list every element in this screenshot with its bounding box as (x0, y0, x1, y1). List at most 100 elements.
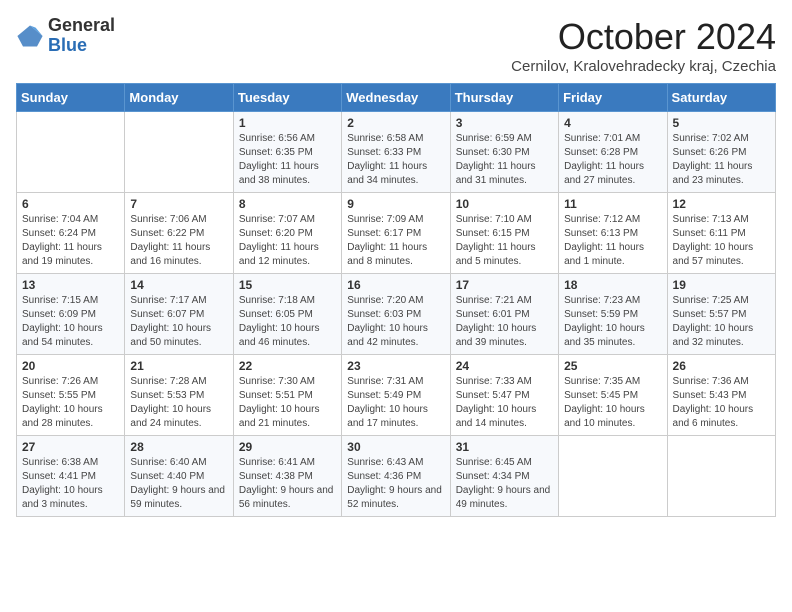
day-number: 9 (347, 197, 444, 211)
calendar-cell: 25Sunrise: 7:35 AM Sunset: 5:45 PM Dayli… (559, 355, 667, 436)
day-info: Sunrise: 6:45 AM Sunset: 4:34 PM Dayligh… (456, 456, 553, 512)
calendar-cell: 19Sunrise: 7:25 AM Sunset: 5:57 PM Dayli… (667, 274, 775, 355)
day-info: Sunrise: 6:41 AM Sunset: 4:38 PM Dayligh… (239, 456, 336, 512)
calendar-cell: 7 Sunrise: 7:06 AM Sunset: 6:22 PM Daylig… (125, 193, 233, 274)
day-info: Sunrise: 7:06 AM Sunset: 6:22 PM Dayligh… (130, 213, 227, 269)
calendar-cell: 10Sunrise: 7:10 AM Sunset: 6:15 PM Dayli… (450, 193, 558, 274)
header-day-saturday: Saturday (667, 84, 775, 112)
calendar-cell: 28 Sunrise: 6:40 AM Sunset: 4:40 PM Dayli… (125, 436, 233, 517)
day-number: 8 (239, 197, 336, 211)
calendar-cell: 6Sunrise: 7:04 AM Sunset: 6:24 PM Daylig… (17, 193, 125, 274)
day-number: 1 (239, 116, 336, 130)
header-row: SundayMondayTuesdayWednesdayThursdayFrid… (17, 84, 776, 112)
day-info: Sunrise: 7:28 AM Sunset: 5:53 PM Dayligh… (130, 375, 227, 431)
week-row-5: 27Sunrise: 6:38 AM Sunset: 4:41 PM Dayli… (17, 436, 776, 517)
day-number: 31 (456, 440, 553, 454)
week-row-2: 6Sunrise: 7:04 AM Sunset: 6:24 PM Daylig… (17, 193, 776, 274)
day-info: Sunrise: 7:31 AM Sunset: 5:49 PM Dayligh… (347, 375, 444, 431)
calendar-table: SundayMondayTuesdayWednesdayThursdayFrid… (16, 83, 776, 517)
day-number: 7 (130, 197, 227, 211)
calendar-cell: 20Sunrise: 7:26 AM Sunset: 5:55 PM Dayli… (17, 355, 125, 436)
day-number: 12 (673, 197, 770, 211)
day-number: 26 (673, 359, 770, 373)
day-number: 4 (564, 116, 661, 130)
day-info: Sunrise: 7:09 AM Sunset: 6:17 PM Dayligh… (347, 213, 444, 269)
calendar-cell: 12Sunrise: 7:13 AM Sunset: 6:11 PM Dayli… (667, 193, 775, 274)
day-number: 10 (456, 197, 553, 211)
day-info: Sunrise: 7:20 AM Sunset: 6:03 PM Dayligh… (347, 294, 444, 350)
header-day-wednesday: Wednesday (342, 84, 450, 112)
header-day-thursday: Thursday (450, 84, 558, 112)
logo-icon (16, 22, 44, 50)
header-day-friday: Friday (559, 84, 667, 112)
calendar-cell: 26 Sunrise: 7:36 AM Sunset: 5:43 PM Dayli… (667, 355, 775, 436)
calendar-cell: 2Sunrise: 6:58 AM Sunset: 6:33 PM Daylig… (342, 112, 450, 193)
day-info: Sunrise: 7:35 AM Sunset: 5:45 PM Dayligh… (564, 375, 661, 431)
day-number: 19 (673, 278, 770, 292)
day-number: 28 (130, 440, 227, 454)
day-info: Sunrise: 7:21 AM Sunset: 6:01 PM Dayligh… (456, 294, 553, 350)
day-info: Sunrise: 6:40 AM Sunset: 4:40 PM Dayligh… (130, 456, 227, 512)
day-info: Sunrise: 6:59 AM Sunset: 6:30 PM Dayligh… (456, 132, 553, 188)
day-info: Sunrise: 6:43 AM Sunset: 4:36 PM Dayligh… (347, 456, 444, 512)
day-info: Sunrise: 7:07 AM Sunset: 6:20 PM Dayligh… (239, 213, 336, 269)
calendar-cell: 15Sunrise: 7:18 AM Sunset: 6:05 PM Dayli… (233, 274, 341, 355)
day-info: Sunrise: 7:15 AM Sunset: 6:09 PM Dayligh… (22, 294, 119, 350)
day-number: 21 (130, 359, 227, 373)
logo-text: General Blue (48, 16, 115, 56)
day-info: Sunrise: 7:36 AM Sunset: 5:43 PM Dayligh… (673, 375, 770, 431)
calendar-cell: 17Sunrise: 7:21 AM Sunset: 6:01 PM Dayli… (450, 274, 558, 355)
title-block: October 2024 Cernilov, Kralovehradecky k… (511, 16, 776, 75)
calendar-cell: 14 Sunrise: 7:17 AM Sunset: 6:07 PM Dayli… (125, 274, 233, 355)
day-number: 20 (22, 359, 119, 373)
day-info: Sunrise: 7:12 AM Sunset: 6:13 PM Dayligh… (564, 213, 661, 269)
calendar-cell: 29 Sunrise: 6:41 AM Sunset: 4:38 PM Dayli… (233, 436, 341, 517)
calendar-cell: 24 Sunrise: 7:33 AM Sunset: 5:47 PM Dayli… (450, 355, 558, 436)
day-number: 30 (347, 440, 444, 454)
header-day-sunday: Sunday (17, 84, 125, 112)
day-info: Sunrise: 7:33 AM Sunset: 5:47 PM Dayligh… (456, 375, 553, 431)
calendar-cell: 21 Sunrise: 7:28 AM Sunset: 5:53 PM Dayli… (125, 355, 233, 436)
day-number: 13 (22, 278, 119, 292)
day-number: 16 (347, 278, 444, 292)
day-number: 3 (456, 116, 553, 130)
day-info: Sunrise: 7:01 AM Sunset: 6:28 PM Dayligh… (564, 132, 661, 188)
calendar-cell: 9 Sunrise: 7:09 AM Sunset: 6:17 PM Daylig… (342, 193, 450, 274)
logo-blue: Blue (48, 35, 87, 55)
week-row-1: 1 Sunrise: 6:56 AM Sunset: 6:35 PM Daylig… (17, 112, 776, 193)
calendar-cell: 3 Sunrise: 6:59 AM Sunset: 6:30 PM Daylig… (450, 112, 558, 193)
calendar-cell: 30 Sunrise: 6:43 AM Sunset: 4:36 PM Dayli… (342, 436, 450, 517)
day-number: 14 (130, 278, 227, 292)
day-info: Sunrise: 7:04 AM Sunset: 6:24 PM Dayligh… (22, 213, 119, 269)
day-info: Sunrise: 7:17 AM Sunset: 6:07 PM Dayligh… (130, 294, 227, 350)
month-title: October 2024 (511, 16, 776, 58)
day-info: Sunrise: 6:56 AM Sunset: 6:35 PM Dayligh… (239, 132, 336, 188)
calendar-cell: 11 Sunrise: 7:12 AM Sunset: 6:13 PM Dayli… (559, 193, 667, 274)
day-info: Sunrise: 6:38 AM Sunset: 4:41 PM Dayligh… (22, 456, 119, 512)
calendar-cell: 5 Sunrise: 7:02 AM Sunset: 6:26 PM Daylig… (667, 112, 775, 193)
calendar-cell: 31 Sunrise: 6:45 AM Sunset: 4:34 PM Dayli… (450, 436, 558, 517)
day-info: Sunrise: 7:02 AM Sunset: 6:26 PM Dayligh… (673, 132, 770, 188)
calendar-cell: 23Sunrise: 7:31 AM Sunset: 5:49 PM Dayli… (342, 355, 450, 436)
day-number: 24 (456, 359, 553, 373)
calendar-cell (667, 436, 775, 517)
day-info: Sunrise: 7:30 AM Sunset: 5:51 PM Dayligh… (239, 375, 336, 431)
logo-general: General (48, 15, 115, 35)
day-info: Sunrise: 7:23 AM Sunset: 5:59 PM Dayligh… (564, 294, 661, 350)
day-number: 22 (239, 359, 336, 373)
location-subtitle: Cernilov, Kralovehradecky kraj, Czechia (511, 58, 776, 75)
calendar-cell: 1 Sunrise: 6:56 AM Sunset: 6:35 PM Daylig… (233, 112, 341, 193)
header-day-tuesday: Tuesday (233, 84, 341, 112)
day-number: 11 (564, 197, 661, 211)
calendar-cell: 18Sunrise: 7:23 AM Sunset: 5:59 PM Dayli… (559, 274, 667, 355)
calendar-cell: 8 Sunrise: 7:07 AM Sunset: 6:20 PM Daylig… (233, 193, 341, 274)
calendar-cell: 13 Sunrise: 7:15 AM Sunset: 6:09 PM Dayli… (17, 274, 125, 355)
header-day-monday: Monday (125, 84, 233, 112)
day-number: 5 (673, 116, 770, 130)
day-number: 15 (239, 278, 336, 292)
calendar-cell (559, 436, 667, 517)
calendar-cell (125, 112, 233, 193)
calendar-cell: 22 Sunrise: 7:30 AM Sunset: 5:51 PM Dayli… (233, 355, 341, 436)
day-number: 29 (239, 440, 336, 454)
calendar-cell: 27Sunrise: 6:38 AM Sunset: 4:41 PM Dayli… (17, 436, 125, 517)
